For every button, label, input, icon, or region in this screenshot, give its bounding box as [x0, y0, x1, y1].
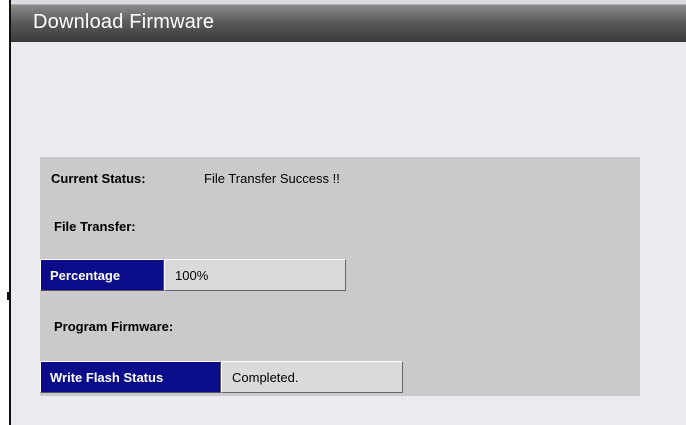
window-left-border [9, 0, 11, 425]
page-title: Download Firmware [33, 11, 215, 33]
write-flash-status-value: Completed. [221, 361, 403, 393]
percentage-value: 100% [164, 259, 346, 291]
write-flash-status-label: Write Flash Status [40, 361, 221, 393]
percentage-label: Percentage [40, 259, 164, 291]
current-status-value: File Transfer Success !! [204, 171, 340, 186]
write-flash-status-field: Write Flash Status Completed. [40, 361, 403, 393]
title-bar: Download Firmware [11, 4, 686, 42]
status-panel: Current Status: File Transfer Success !!… [40, 157, 640, 396]
program-firmware-label: Program Firmware: [54, 319, 174, 334]
current-status-label: Current Status: [51, 171, 146, 186]
file-transfer-label: File Transfer: [54, 219, 136, 234]
percentage-field: Percentage 100% [40, 259, 346, 291]
window-border-tick [7, 292, 9, 300]
